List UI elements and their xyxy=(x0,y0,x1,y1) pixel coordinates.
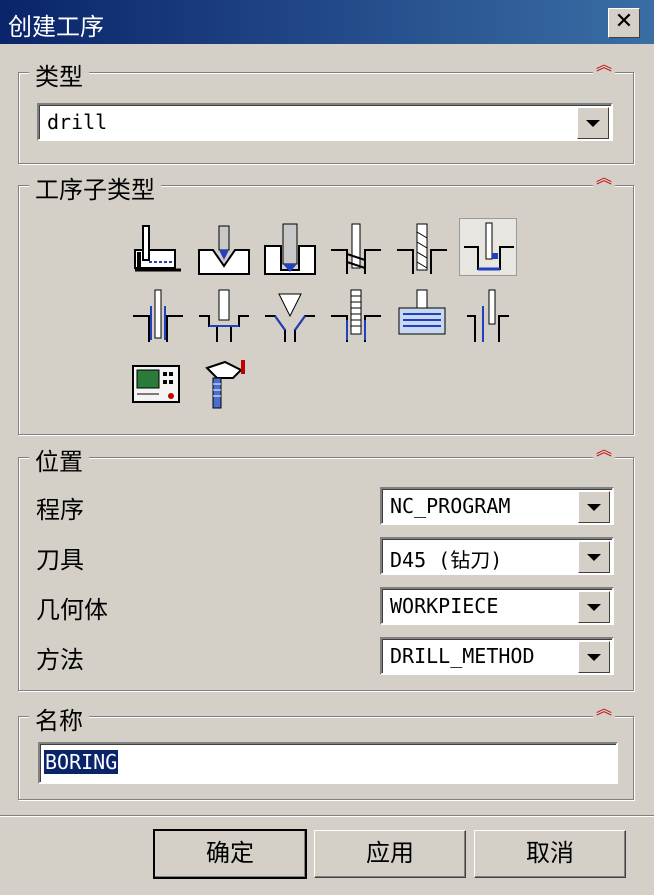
spot-drilling-icon[interactable] xyxy=(195,220,253,278)
method-dropdown[interactable]: DRILL_METHOD xyxy=(380,637,614,675)
title-bar: 创建工序 ✕ xyxy=(0,0,654,44)
subtype-section: 工序子类型 ︽ xyxy=(18,170,634,435)
name-field-value: BORING xyxy=(44,750,119,774)
cancel-button[interactable]: 取消 xyxy=(474,830,626,878)
type-dropdown[interactable]: drill xyxy=(37,103,613,141)
spot-facing-icon[interactable] xyxy=(129,220,187,278)
apply-button[interactable]: 应用 xyxy=(314,830,466,878)
tapping-icon[interactable] xyxy=(327,286,385,344)
boring-icon[interactable] xyxy=(459,218,517,276)
type-section: 类型 ︽ drill xyxy=(18,57,634,164)
program-dropdown-value: NC_PROGRAM xyxy=(390,494,511,518)
tool-dropdown-value: D45 (钻刀) xyxy=(390,548,503,572)
type-dropdown-value: drill xyxy=(47,110,108,134)
chevron-down-icon[interactable] xyxy=(578,591,610,623)
hole-milling-icon[interactable] xyxy=(459,286,517,344)
collapse-icon[interactable]: ︽ xyxy=(593,442,615,468)
reaming-icon[interactable] xyxy=(129,286,187,344)
collapse-icon[interactable]: ︽ xyxy=(593,57,615,83)
divider xyxy=(0,815,654,817)
geometry-dropdown[interactable]: WORKPIECE xyxy=(380,587,614,625)
program-dropdown[interactable]: NC_PROGRAM xyxy=(380,487,614,525)
type-section-label: 类型 xyxy=(29,57,89,92)
tool-dropdown[interactable]: D45 (钻刀) xyxy=(380,537,614,575)
close-button[interactable]: ✕ xyxy=(608,8,640,38)
name-field[interactable]: BORING xyxy=(38,742,618,784)
drilling-icon[interactable] xyxy=(261,220,319,278)
geometry-dropdown-value: WORKPIECE xyxy=(390,594,499,618)
location-section-label: 位置 xyxy=(29,442,89,477)
counterboring-icon[interactable] xyxy=(195,286,253,344)
program-label: 程序 xyxy=(36,496,84,524)
countersinking-icon[interactable] xyxy=(261,286,319,344)
collapse-icon[interactable]: ︽ xyxy=(593,701,615,727)
tool-label: 刀具 xyxy=(36,546,84,574)
method-label: 方法 xyxy=(36,646,84,674)
ok-button[interactable]: 确定 xyxy=(153,829,307,879)
method-dropdown-value: DRILL_METHOD xyxy=(390,644,535,668)
subtype-section-label: 工序子类型 xyxy=(29,170,161,205)
chevron-down-icon[interactable] xyxy=(578,541,610,573)
collapse-icon[interactable]: ︽ xyxy=(593,170,615,196)
mill-control-icon[interactable] xyxy=(129,354,187,412)
window-title: 创建工序 xyxy=(8,13,104,41)
mill-user-icon[interactable] xyxy=(195,354,253,412)
thread-milling-icon[interactable] xyxy=(393,286,451,344)
geometry-label: 几何体 xyxy=(36,596,108,624)
name-section-label: 名称 xyxy=(29,701,89,736)
chevron-down-icon[interactable] xyxy=(577,107,609,139)
peck-drilling-icon[interactable] xyxy=(327,220,385,278)
chevron-down-icon[interactable] xyxy=(578,491,610,523)
chevron-down-icon[interactable] xyxy=(578,641,610,673)
breakchip-drilling-icon[interactable] xyxy=(393,220,451,278)
